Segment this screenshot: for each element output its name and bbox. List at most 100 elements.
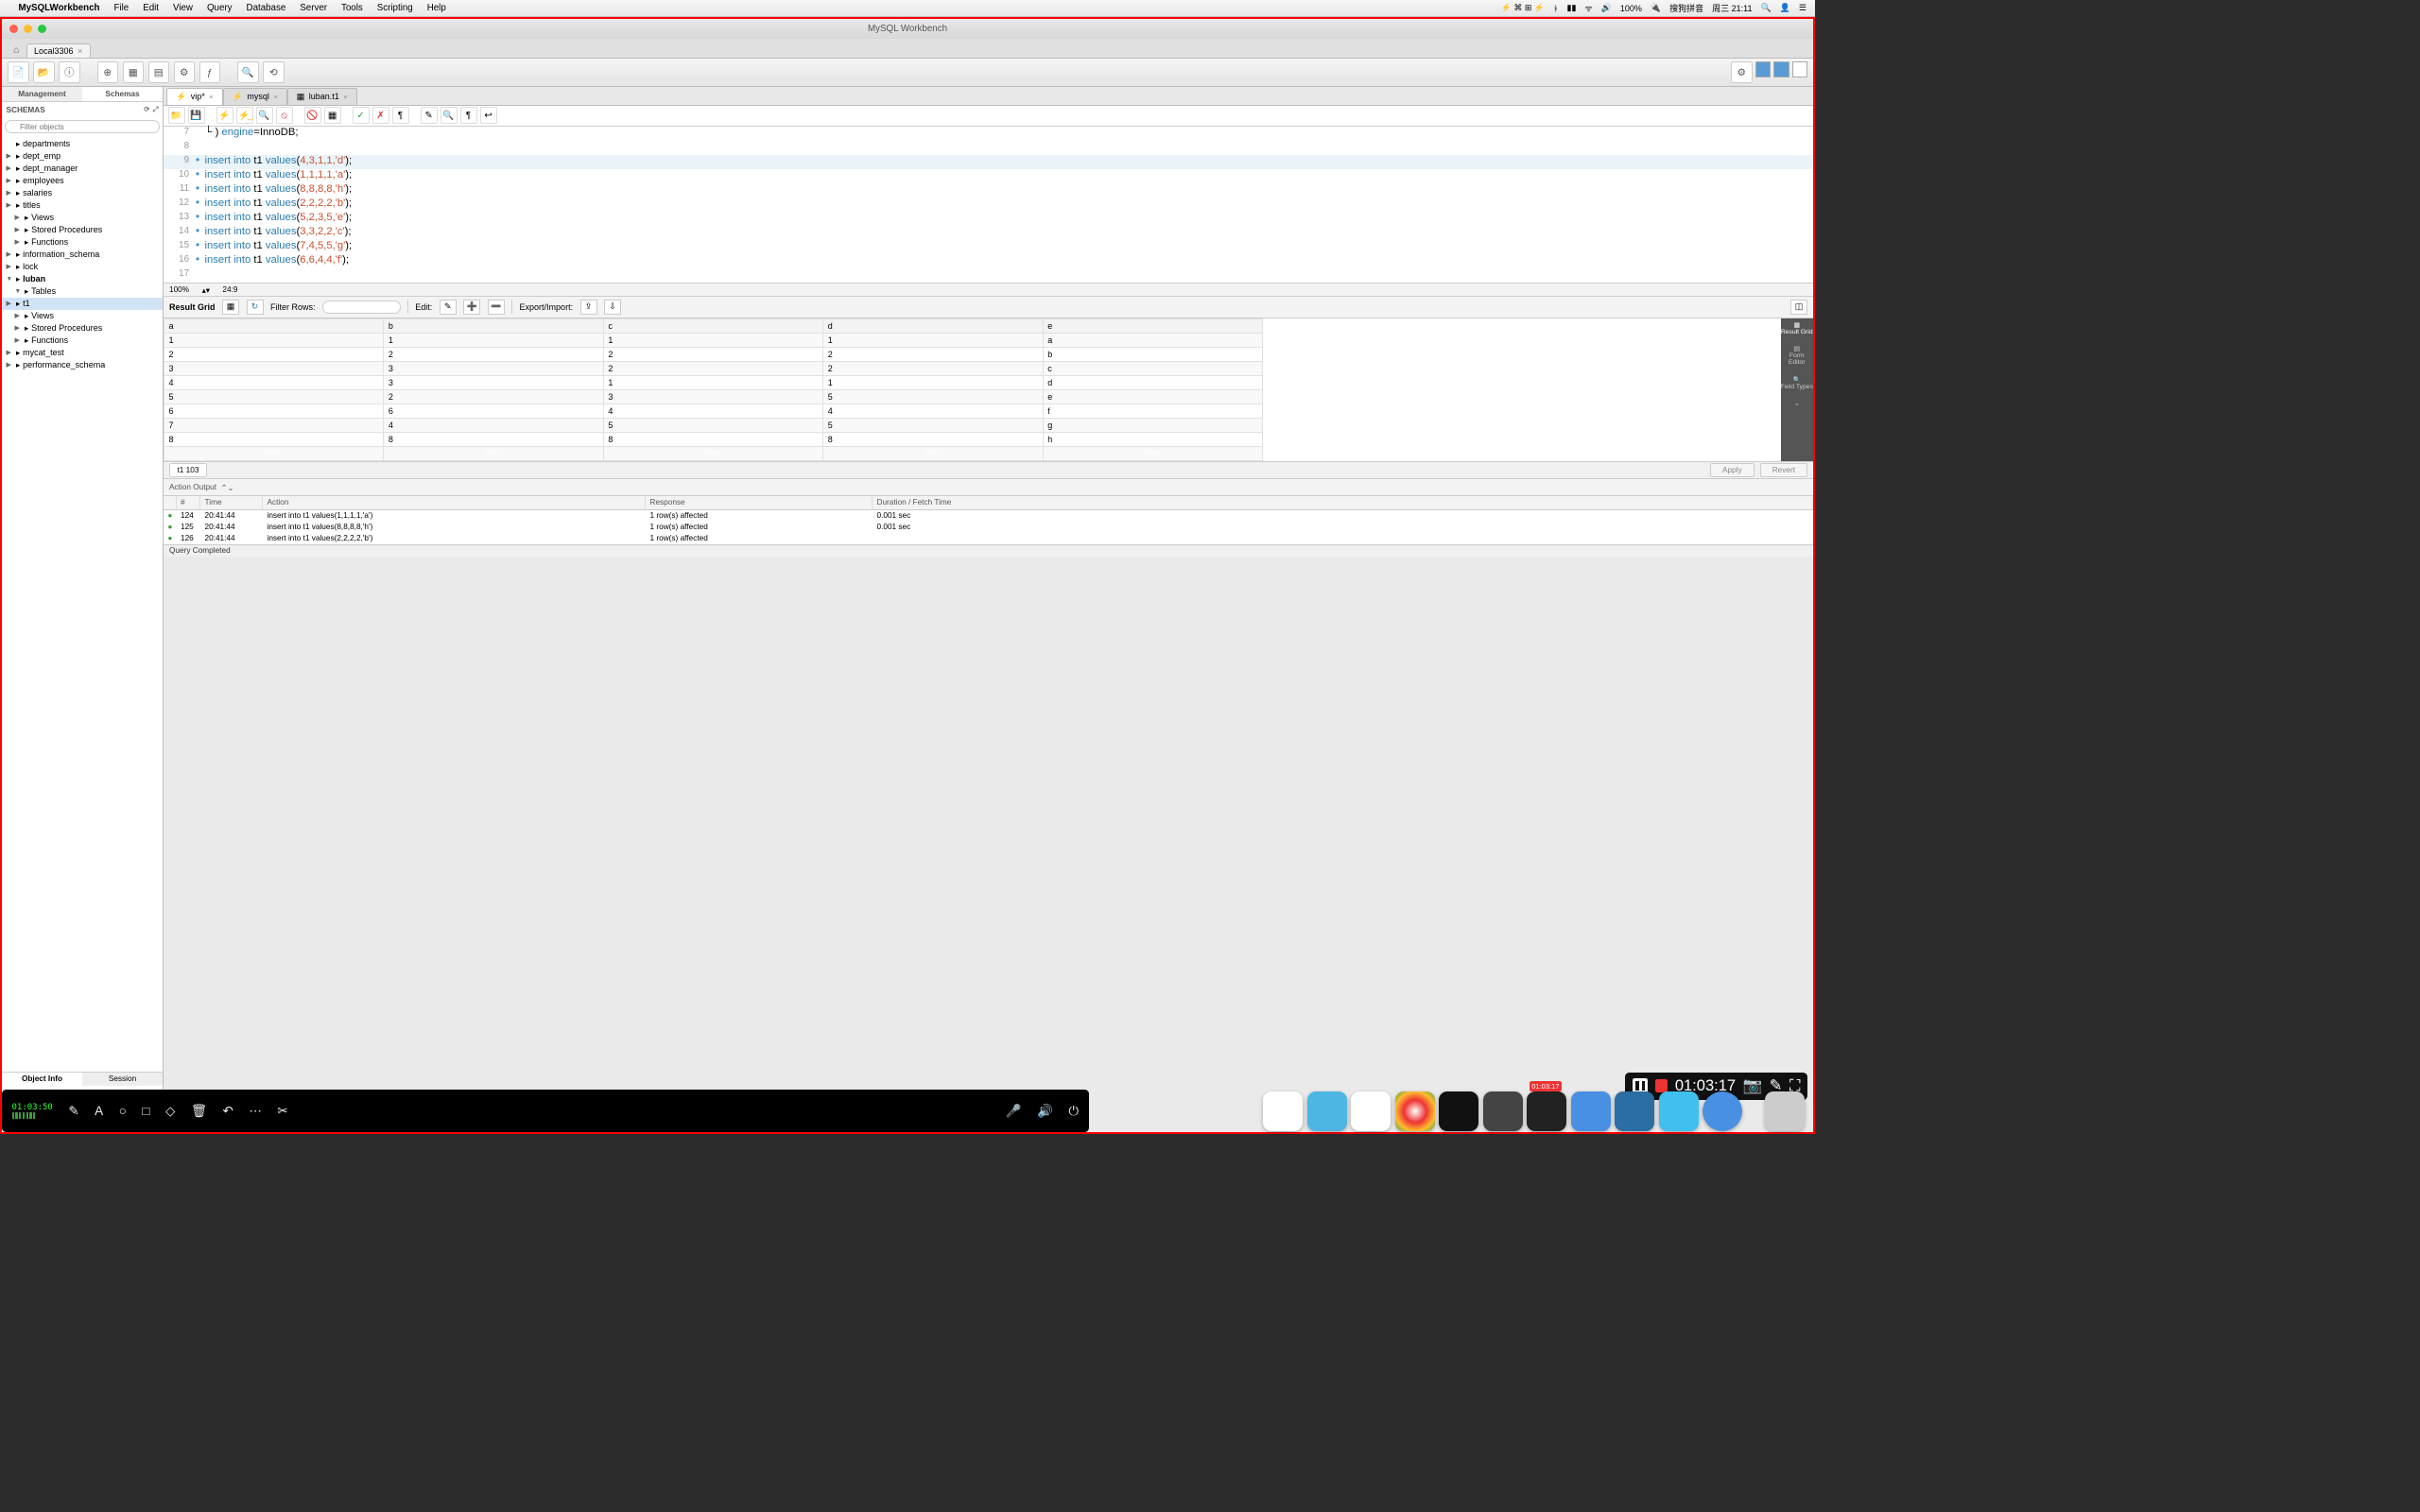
- rollback-button[interactable]: ✗: [372, 107, 389, 124]
- app-name[interactable]: MySQLWorkbench: [19, 3, 100, 13]
- dock-app-sublime[interactable]: [1483, 1091, 1523, 1131]
- tree-node[interactable]: ▶▸salaries: [2, 187, 163, 199]
- dock-app-recorder[interactable]: 01:03:17: [1527, 1091, 1566, 1131]
- import-button[interactable]: ⇩: [604, 300, 621, 316]
- close-icon[interactable]: ×: [209, 93, 213, 101]
- execute-current-button[interactable]: ⚡̲: [236, 107, 253, 124]
- toggle-autocommit-button[interactable]: 🚫: [304, 107, 321, 124]
- clock[interactable]: 周三 21:11: [1712, 2, 1752, 14]
- output-row[interactable]: ●12420:41:44insert into t1 values(1,1,1,…: [164, 510, 1813, 522]
- dock-app-1[interactable]: [1263, 1091, 1303, 1131]
- more-icon[interactable]: ⋯: [249, 1104, 262, 1119]
- create-table-button[interactable]: ▦: [123, 61, 145, 83]
- expand-icon[interactable]: ⤢: [153, 105, 159, 114]
- sql-editor[interactable]: 7└ ) engine=InnoDB;89●insert into t1 val…: [164, 127, 1813, 283]
- menu-server[interactable]: Server: [300, 3, 327, 13]
- tree-node[interactable]: ▶▸mycat_test: [2, 347, 163, 359]
- minimize-window-icon[interactable]: [24, 25, 32, 33]
- result-tab[interactable]: t1 103: [169, 463, 207, 478]
- tree-node[interactable]: ▶▸t1: [2, 298, 163, 310]
- close-tab-icon[interactable]: ×: [78, 46, 82, 56]
- result-grid[interactable]: abcde1111a2222b3322c4311d5235e6644f7455g…: [164, 318, 1781, 461]
- menu-tools[interactable]: Tools: [341, 3, 363, 13]
- tree-node[interactable]: ▼▸luban: [2, 273, 163, 285]
- beautify-button[interactable]: ✎: [421, 107, 438, 124]
- output-rows[interactable]: ●12420:41:44insert into t1 values(1,1,1,…: [164, 510, 1813, 544]
- zoom-stepper-icon[interactable]: ▴▾: [202, 285, 210, 295]
- tree-node[interactable]: ▶▸Views: [2, 212, 163, 224]
- undo-icon[interactable]: ↶: [223, 1104, 233, 1119]
- menu-edit[interactable]: Edit: [143, 3, 159, 13]
- grid-view-button[interactable]: ▦: [222, 300, 239, 316]
- tree-node[interactable]: ▶▸lock: [2, 261, 163, 273]
- session-tab[interactable]: Session: [82, 1073, 163, 1086]
- macos-dock[interactable]: 01:03:17: [1254, 1083, 1813, 1133]
- tree-node[interactable]: ▶▸Functions: [2, 236, 163, 249]
- output-row[interactable]: ●12520:41:44insert into t1 values(8,8,8,…: [164, 522, 1813, 533]
- reconnect-button[interactable]: ⟲: [263, 61, 285, 83]
- menu-help[interactable]: Help: [427, 3, 446, 13]
- dock-app-terminal[interactable]: [1439, 1091, 1478, 1131]
- tree-node[interactable]: ▼▸Tables: [2, 285, 163, 298]
- delete-row-button[interactable]: ➖: [488, 300, 505, 316]
- circle-tool-icon[interactable]: ○: [119, 1104, 127, 1118]
- dock-app-2[interactable]: [1307, 1091, 1347, 1131]
- eraser-icon[interactable]: ◇: [165, 1104, 175, 1119]
- toggle-output-button[interactable]: [1792, 61, 1808, 77]
- output-label[interactable]: Action Output: [169, 483, 216, 491]
- dropdown-icon[interactable]: ⌃⌄: [221, 483, 234, 492]
- volume-icon[interactable]: 🔊: [1601, 3, 1612, 13]
- rail-more-icon[interactable]: ⌄: [1794, 400, 1800, 407]
- create-func-button[interactable]: ƒ: [199, 61, 221, 83]
- menu-database[interactable]: Database: [247, 3, 286, 13]
- dock-app-tools[interactable]: [1571, 1091, 1611, 1131]
- dock-app-3[interactable]: [1351, 1091, 1391, 1131]
- explain-button[interactable]: 🔍: [256, 107, 273, 124]
- toggle-sidebar-button[interactable]: [1755, 61, 1772, 77]
- toggle-panel-button[interactable]: ◫: [1790, 300, 1807, 316]
- tree-node[interactable]: ▶▸Stored Procedures: [2, 224, 163, 236]
- annotation-toolbar[interactable]: 01:03:50 ✎ A ○ □ ◇ 🗑 ↶ ⋯ ✂ 🎤 🔊 ⏻: [2, 1090, 1089, 1132]
- power-icon[interactable]: ⏻: [1068, 1104, 1079, 1119]
- toggle-whitespace-button[interactable]: ¶: [392, 107, 409, 124]
- mic-icon[interactable]: 🎤: [1006, 1104, 1022, 1119]
- create-view-button[interactable]: ▤: [148, 61, 170, 83]
- apply-button[interactable]: Apply: [1710, 463, 1754, 478]
- pen-tool-icon[interactable]: ✎: [68, 1104, 78, 1119]
- export-button[interactable]: ⇪: [580, 300, 597, 316]
- status-icons[interactable]: ⚡ ⌘ ⊞ ⚡: [1501, 3, 1545, 13]
- add-row-button[interactable]: ➕: [463, 300, 480, 316]
- save-button[interactable]: 💾: [188, 107, 205, 124]
- commit-button[interactable]: ✓: [353, 107, 370, 124]
- open-file-button[interactable]: 📁: [168, 107, 185, 124]
- spotlight-icon[interactable]: 🔍: [1760, 3, 1771, 13]
- text-tool-icon[interactable]: A: [95, 1104, 103, 1118]
- new-sql-tab-button[interactable]: 📄: [8, 61, 29, 83]
- open-sql-button[interactable]: 📂: [33, 61, 55, 83]
- dock-trash-icon[interactable]: [1765, 1091, 1805, 1131]
- filter-rows-input[interactable]: [322, 301, 401, 314]
- limit-rows-button[interactable]: ▦: [324, 107, 341, 124]
- toggle-secondary-button[interactable]: [1773, 61, 1789, 77]
- editor-tab-luban[interactable]: ▦luban.t1×: [287, 88, 357, 105]
- menu-icon[interactable]: ☰: [1799, 3, 1806, 13]
- output-row[interactable]: ●12620:41:44insert into t1 values(2,2,2,…: [164, 533, 1813, 544]
- find-button[interactable]: 🔍: [441, 107, 458, 124]
- home-tab-icon[interactable]: ⌂: [7, 43, 26, 59]
- edit-row-button[interactable]: ✎: [440, 300, 457, 316]
- stop-button[interactable]: ⦸: [276, 107, 293, 124]
- menu-file[interactable]: File: [113, 3, 129, 13]
- wrap-cell-button[interactable]: ↻: [247, 300, 264, 316]
- execute-button[interactable]: ⚡: [216, 107, 233, 124]
- ime-label[interactable]: 搜狗拼音: [1669, 2, 1703, 14]
- schema-tree[interactable]: ▸departments▶▸dept_emp▶▸dept_manager▶▸em…: [2, 136, 163, 1072]
- tree-node[interactable]: ▶▸dept_manager: [2, 163, 163, 175]
- rect-tool-icon[interactable]: □: [142, 1104, 149, 1118]
- battery-icon[interactable]: ▮▮: [1567, 3, 1577, 13]
- zoom-level[interactable]: 100%: [169, 285, 189, 294]
- revert-button[interactable]: Revert: [1760, 463, 1807, 478]
- tree-node[interactable]: ▶▸dept_emp: [2, 150, 163, 163]
- rail-form-editor[interactable]: ▤Form Editor: [1781, 345, 1814, 366]
- user-icon[interactable]: 👤: [1780, 3, 1790, 13]
- tree-node[interactable]: ▶▸Stored Procedures: [2, 322, 163, 335]
